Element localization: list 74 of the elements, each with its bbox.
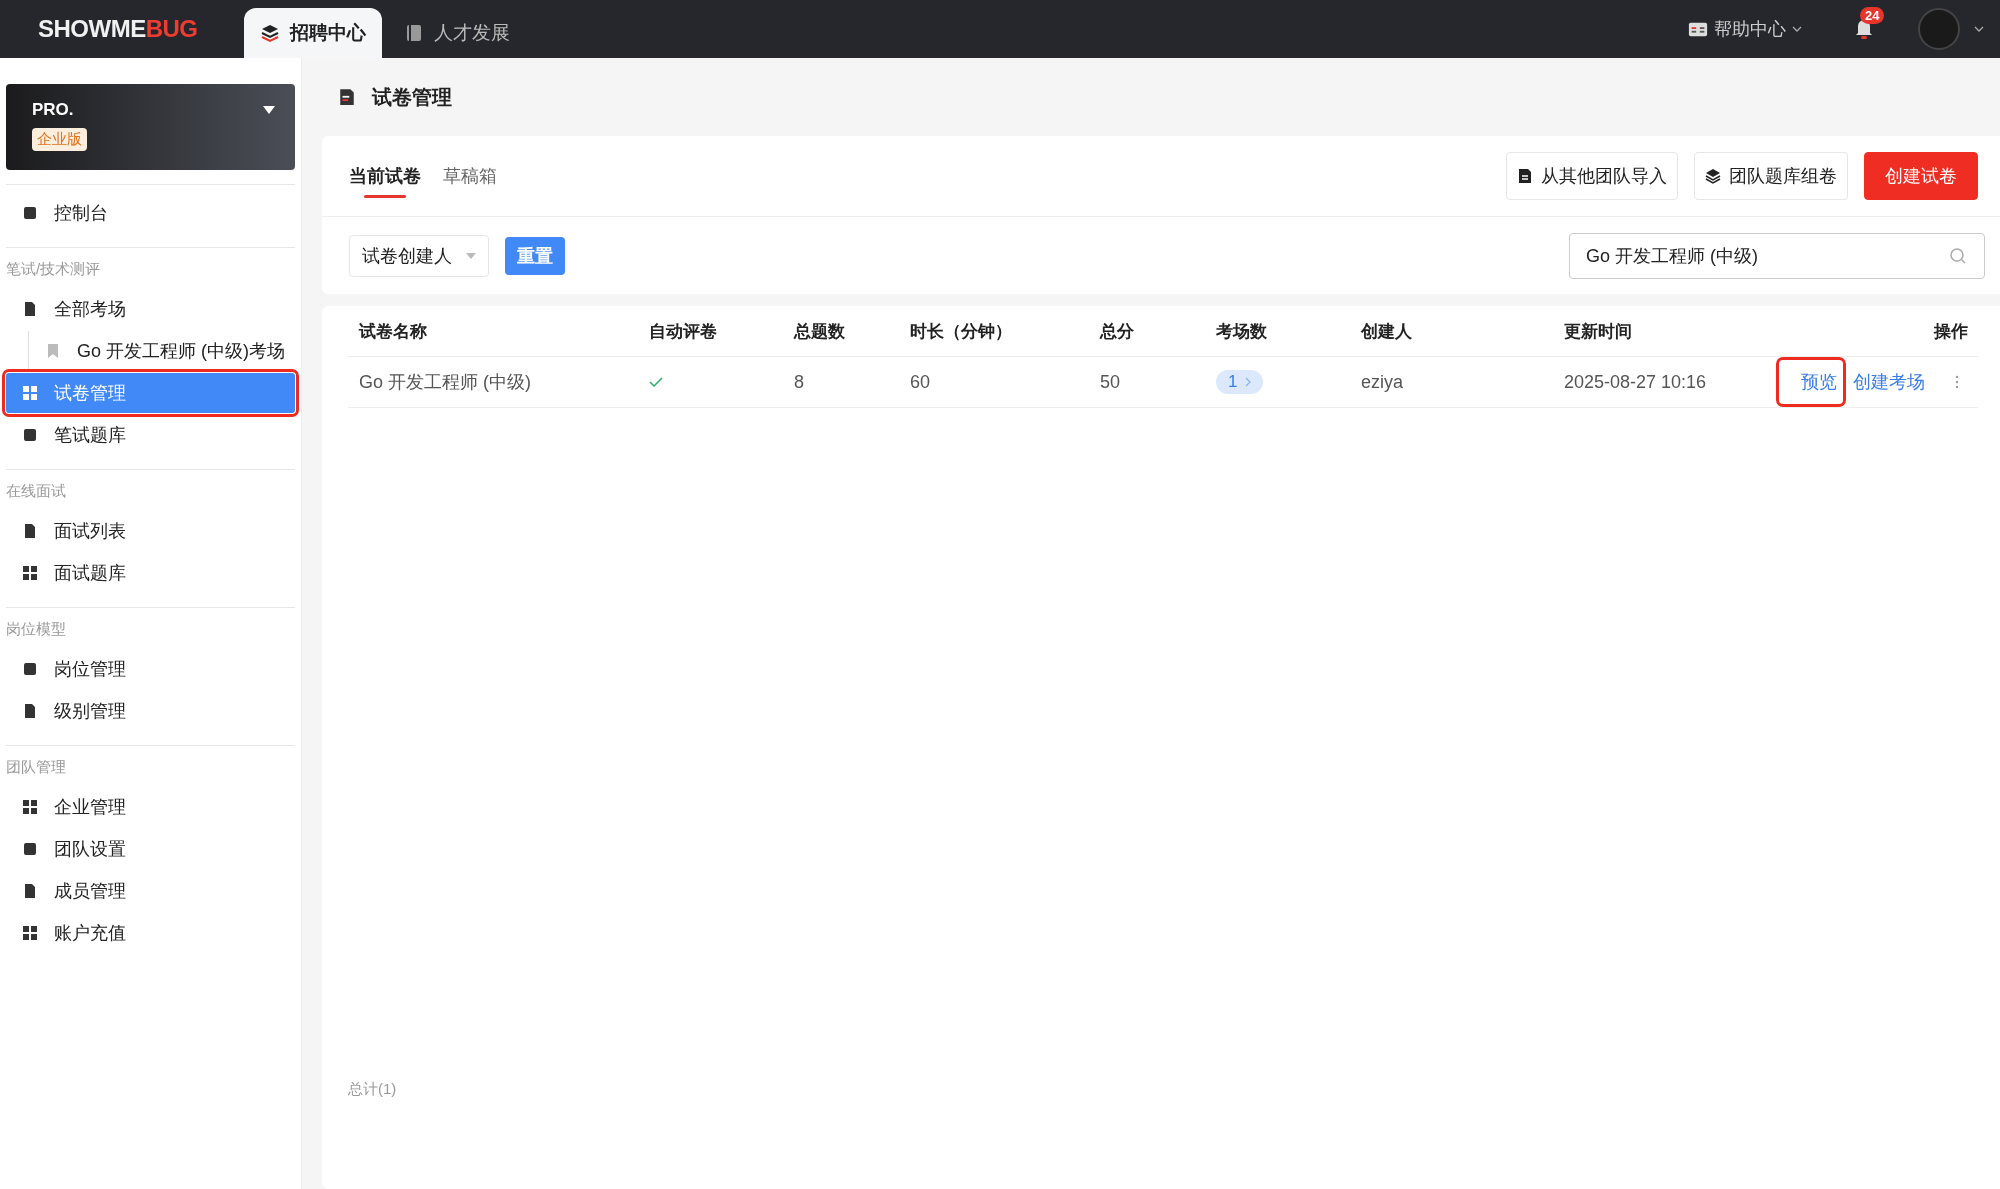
sidebar-item[interactable]: 企业管理: [6, 787, 295, 827]
menu-item-icon: [22, 385, 38, 401]
column-header: 总分: [1100, 320, 1135, 343]
section-title: 在线面试: [6, 481, 67, 501]
menu-item-icon: [22, 565, 38, 581]
notification-badge: 24: [1860, 7, 1885, 24]
search-field[interactable]: Go 开发工程师 (中级): [1569, 232, 1985, 279]
menu-item-icon: [22, 883, 38, 899]
action-link[interactable]: 预览: [1779, 360, 1843, 404]
creator-select[interactable]: 试卷创建人: [349, 234, 489, 277]
document-icon: [1517, 168, 1533, 184]
sidebar-item[interactable]: 成员管理: [6, 871, 295, 911]
column-header: 时长（分钟）: [910, 320, 1013, 343]
more-icon[interactable]: [1955, 375, 1959, 389]
tab[interactable]: 当前试卷: [349, 154, 421, 198]
action-button[interactable]: 团队题库组卷: [1694, 152, 1848, 200]
table-cell-text: eziya: [1361, 371, 1405, 393]
plan-card[interactable]: PRO. 企业版: [6, 84, 295, 170]
document-icon: [338, 88, 356, 106]
edition-tag: 企业版: [32, 128, 87, 151]
sidebar-item[interactable]: 级别管理: [6, 691, 295, 731]
help-center-button[interactable]: 帮助中心: [1682, 16, 1808, 42]
plan-name: PRO.: [32, 100, 74, 120]
column-header: 创建人: [1361, 320, 1413, 343]
sidebar-item[interactable]: 面试列表: [6, 511, 295, 551]
bookmark-icon: [45, 343, 61, 359]
sidebar-item[interactable]: 岗位管理: [6, 649, 295, 689]
section-title: 岗位模型: [6, 619, 67, 639]
sidebar-item[interactable]: 笔试题库: [6, 415, 295, 455]
column-header: 自动评卷: [649, 320, 718, 343]
sidebar-item[interactable]: 全部考场: [6, 289, 295, 329]
menu-item-icon: [22, 301, 38, 317]
menu-item-icon: [22, 703, 38, 719]
section-title: 团队管理: [6, 757, 67, 777]
layers-icon: [260, 23, 280, 43]
sidebar-item[interactable]: 团队设置: [6, 829, 295, 869]
menu-item-icon: [22, 523, 38, 539]
menu-item-icon: [22, 841, 38, 857]
table-cell-text: 60: [910, 371, 932, 393]
chevron-right-icon: [1245, 377, 1252, 387]
column-header: 试卷名称: [359, 320, 428, 343]
action-button[interactable]: 从其他团队导入: [1506, 152, 1678, 200]
action-link[interactable]: 创建考场: [1849, 362, 1929, 402]
sidebar-item[interactable]: 控制台: [6, 193, 295, 233]
table-cell-text: Go 开发工程师 (中级): [359, 371, 532, 394]
table-cell-text: 8: [794, 371, 805, 393]
table-cell-text: 50: [1100, 371, 1122, 393]
sidebar-item[interactable]: 面试题库: [6, 553, 295, 593]
chevron-down-icon[interactable]: [1974, 26, 1984, 32]
table-cell-text: 2025-08-27 10:16: [1564, 371, 1708, 393]
total-count: 总计(1): [348, 1080, 398, 1099]
caret-down-icon: [263, 106, 275, 114]
column-header: 考场数: [1216, 320, 1268, 343]
page-title: 试卷管理: [372, 84, 452, 110]
menu-item-icon: [22, 661, 38, 677]
column-header: 总题数: [794, 320, 846, 343]
chevron-down-icon: [1792, 26, 1802, 32]
create-button[interactable]: 创建试卷: [1864, 152, 1978, 200]
sidebar-subitem[interactable]: Go 开发工程师 (中级)考场: [39, 331, 295, 371]
nav-tab[interactable]: 人才发展: [388, 8, 526, 58]
tab[interactable]: 草稿箱: [443, 154, 497, 198]
layers-icon: [1705, 168, 1721, 184]
section-title: 笔试/技术测评: [6, 259, 102, 279]
menu-item-icon: [22, 925, 38, 941]
menu-item-icon: [22, 799, 38, 815]
nav-tab[interactable]: 招聘中心: [244, 8, 382, 58]
sidebar-item[interactable]: 账户充值: [6, 913, 295, 953]
menu-item-icon: [22, 427, 38, 443]
caret-down-icon: [466, 252, 476, 259]
column-header: 操作: [1932, 320, 1969, 343]
search-icon: [1948, 245, 1968, 266]
column-header: 更新时间: [1564, 320, 1633, 343]
logo[interactable]: SHOWMEBUG: [38, 15, 244, 43]
menu-item-icon: [22, 205, 38, 221]
